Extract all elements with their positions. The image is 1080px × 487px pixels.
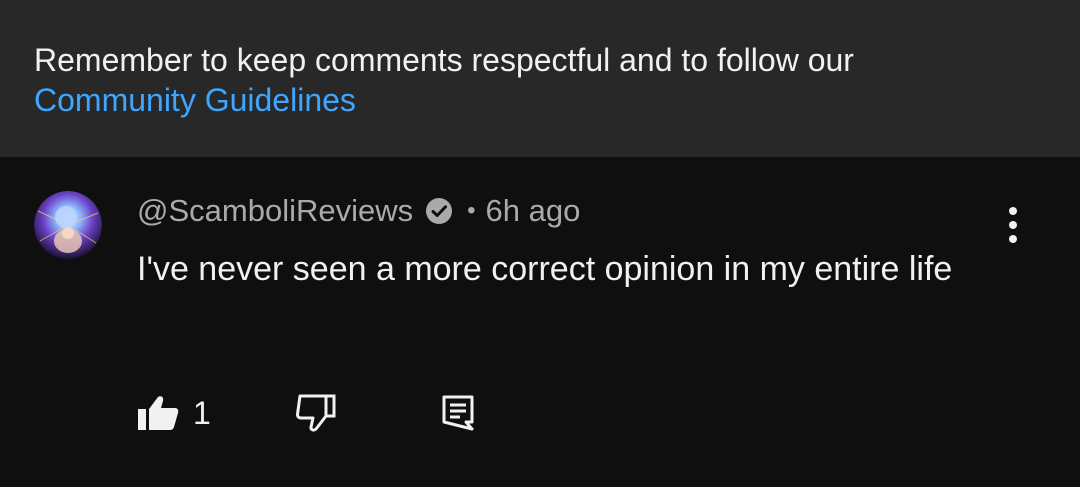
like-count: 1 [193, 394, 211, 431]
avatar-image [34, 191, 102, 259]
comment-timestamp: 6h ago [485, 193, 581, 228]
comment-item: @ScamboliReviews • 6h ago I've never see… [0, 157, 1080, 487]
comment-text: I've never seen a more correct opinion i… [137, 250, 953, 288]
community-guidelines-banner: Remember to keep comments respectful and… [0, 0, 1080, 157]
banner-text: Remember to keep comments respectful and… [34, 40, 1034, 120]
verified-check-icon [423, 195, 455, 227]
reply-comment-icon [442, 395, 474, 431]
thumbs-down-icon [295, 394, 336, 432]
comment-header: @ScamboliReviews • 6h ago [137, 189, 580, 233]
dislike-button[interactable] [294, 393, 338, 433]
more-vertical-icon [1009, 207, 1017, 243]
avatar[interactable] [34, 191, 102, 259]
more-options-button[interactable] [996, 203, 1030, 247]
banner-message: Remember to keep comments respectful and… [34, 42, 854, 78]
like-button[interactable]: 1 [137, 391, 211, 435]
comment-actions: 1 [137, 391, 537, 435]
community-guidelines-link[interactable]: Community Guidelines [34, 80, 1034, 120]
thumbs-up-icon [138, 396, 179, 430]
reply-button[interactable] [439, 393, 479, 433]
meta-separator: • [467, 197, 476, 224]
comment-author[interactable]: @ScamboliReviews [137, 193, 413, 229]
